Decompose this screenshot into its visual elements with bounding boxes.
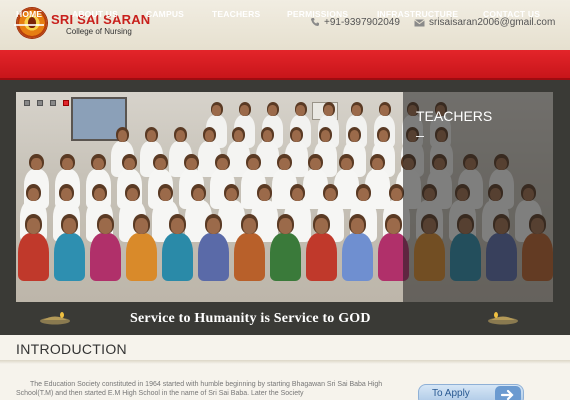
slide-dot-1[interactable]: [24, 100, 30, 106]
main-navigation: [0, 50, 570, 80]
nav-item-about-us[interactable]: ABOUT US: [72, 9, 118, 19]
slide-dot-4-active[interactable]: [63, 100, 69, 106]
nav-item-infrastructure[interactable]: INFRASTRUCTURE: [377, 9, 458, 19]
slide-dot-3[interactable]: [50, 100, 56, 106]
nav-item-permissions[interactable]: PERMISSIONS: [287, 9, 348, 19]
introduction-text: The Education Society constituted in 196…: [16, 381, 383, 397]
oil-lamp-left-icon: [40, 312, 70, 325]
heading-divider: [0, 360, 570, 364]
slide-dot-2[interactable]: [37, 100, 43, 106]
nav-item-home[interactable]: HOME: [16, 9, 42, 19]
arrow-right-icon[interactable]: [495, 386, 521, 400]
banner-tagline: Service to Humanity is Service to GOD: [130, 311, 371, 326]
logo-subtitle: College of Nursing: [66, 27, 132, 36]
oil-lamp-right-icon: [488, 312, 518, 325]
to-apply-label[interactable]: To Apply: [432, 388, 470, 399]
introduction-heading: INTRODUCTION: [16, 341, 127, 357]
nav-item-contact-us[interactable]: CONTACT US: [483, 9, 540, 19]
nav-active-indicator: [14, 24, 44, 26]
teachers-panel-title: TEACHERS: [416, 108, 493, 124]
nav-item-teachers[interactable]: TEACHERS: [212, 9, 260, 19]
nav-item-campus[interactable]: CAMPUS: [146, 9, 184, 19]
teachers-panel-dash: [416, 136, 424, 137]
